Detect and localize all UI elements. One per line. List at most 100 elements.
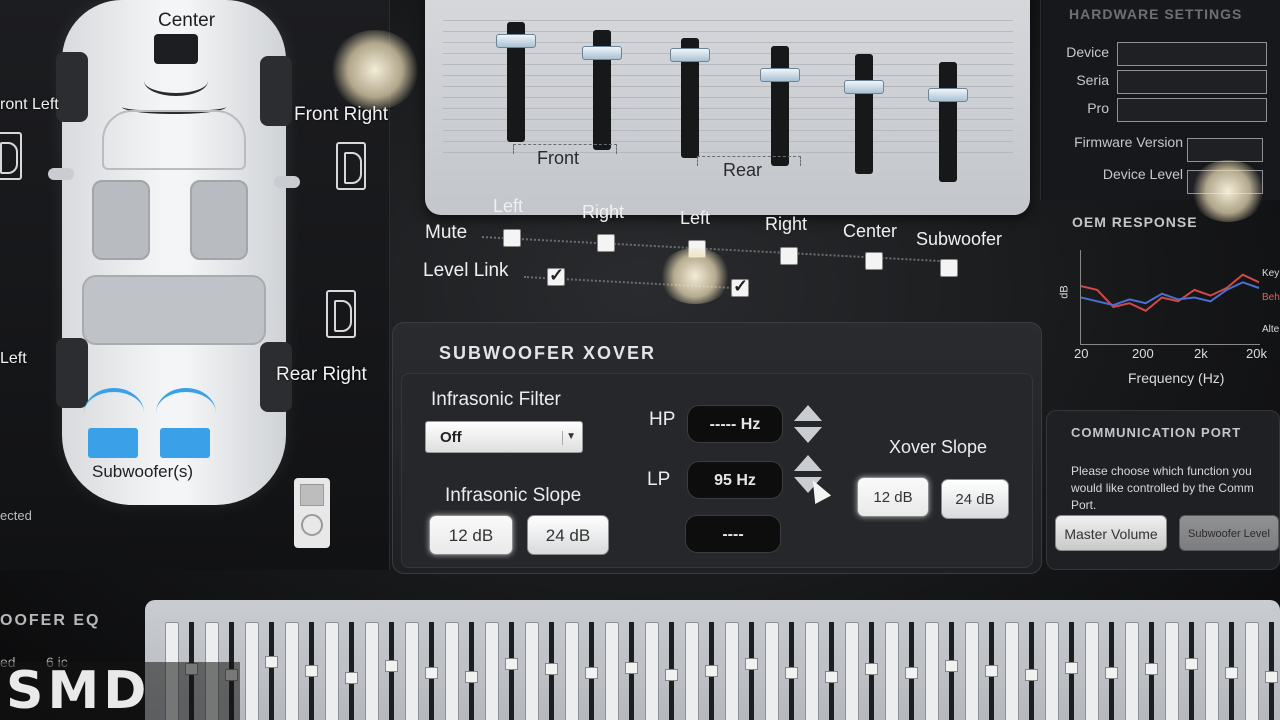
master-volume-button[interactable]: Master Volume — [1055, 515, 1167, 551]
eq-band-slot — [405, 622, 419, 720]
hp-label: HP — [649, 409, 676, 430]
oem-xlabel: Frequency (Hz) — [1128, 370, 1225, 386]
channel-fader-knob[interactable] — [496, 34, 536, 48]
eq-band-knob[interactable] — [1265, 670, 1278, 683]
level-link-checkbox[interactable] — [547, 265, 565, 286]
decrement-arrow-icon[interactable] — [794, 427, 822, 443]
rear-right-label: Rear Right — [276, 364, 367, 385]
eq-band-knob[interactable] — [905, 667, 918, 679]
mute-checkbox[interactable] — [865, 252, 883, 270]
front-right-speaker-icon[interactable] — [336, 142, 366, 190]
light-glare — [658, 248, 732, 304]
eq-band-knob[interactable] — [385, 659, 398, 672]
eq-band-slot — [645, 622, 659, 720]
eq-band-slot — [325, 622, 339, 720]
eq-band-knob[interactable] — [985, 665, 998, 678]
subwoofer-label: Subwoofer(s) — [92, 462, 194, 481]
eq-band-track — [749, 622, 754, 720]
eq-band-knob[interactable] — [1145, 663, 1158, 676]
eq-band-knob[interactable] — [585, 667, 598, 679]
eq-band-slot — [1245, 622, 1259, 720]
lp-frequency-display[interactable]: 95 Hz — [687, 461, 783, 499]
level-link-checkbox[interactable] — [731, 276, 749, 297]
mute-checkbox[interactable] — [940, 259, 958, 277]
infrasonic-slope-24db-button[interactable]: 24 dB — [527, 515, 609, 555]
rear-right-speaker-icon[interactable] — [326, 290, 356, 338]
channel-header: Left — [680, 208, 711, 228]
channel-header: Center — [843, 221, 898, 241]
subwoofer-right-icon[interactable] — [160, 428, 210, 458]
subwoofer-level-button[interactable]: Subwoofer Level — [1179, 515, 1279, 551]
front-left-speaker-icon[interactable] — [0, 132, 22, 180]
channel-fader-track — [771, 46, 789, 166]
eq-band-knob[interactable] — [1105, 667, 1118, 679]
front-left-wheel — [56, 52, 88, 122]
channel-fader-knob[interactable] — [760, 68, 800, 82]
eq-band-slot — [1165, 622, 1179, 720]
eq-band-knob[interactable] — [705, 665, 718, 678]
mute-checkbox[interactable] — [597, 234, 615, 252]
windshield — [102, 110, 246, 170]
infrasonic-filter-label: Infrasonic Filter — [431, 389, 561, 410]
eq-band-knob[interactable] — [345, 672, 358, 685]
rear-left-label: Left — [0, 350, 27, 367]
eq-band-knob[interactable] — [945, 659, 958, 672]
hp-frequency-display[interactable]: ----- Hz — [687, 405, 783, 443]
eq-band-knob[interactable] — [1065, 661, 1078, 674]
subwoofer-left-icon[interactable] — [88, 428, 138, 458]
eq-band-knob[interactable] — [425, 667, 438, 679]
increment-arrow-icon[interactable] — [794, 455, 822, 471]
channel-fader-knob[interactable] — [670, 48, 710, 62]
eq-band-knob[interactable] — [465, 670, 478, 683]
eq-band-knob[interactable] — [1185, 658, 1198, 670]
xover-slope-12db-button[interactable]: 12 dB — [857, 477, 929, 517]
hp-stepper[interactable] — [793, 405, 823, 445]
comm-port-title: COMMUNICATION PORT — [1071, 425, 1242, 440]
product-field — [1117, 98, 1267, 122]
eq-band-knob[interactable] — [665, 668, 678, 681]
eq-band-slot — [885, 622, 899, 720]
increment-arrow-icon[interactable] — [794, 405, 822, 421]
eq-band-slot — [1125, 622, 1139, 720]
rear-left-wheel — [56, 338, 88, 408]
eq-band-slot — [605, 622, 619, 720]
channel-fader-knob[interactable] — [582, 46, 622, 60]
xover-slope-24db-button[interactable]: 24 dB — [941, 479, 1009, 519]
eq-band-knob[interactable] — [265, 656, 278, 669]
eq-band-knob[interactable] — [785, 667, 798, 679]
channel-header: Right — [765, 214, 808, 234]
eq-band-knob[interactable] — [745, 658, 758, 670]
eq-band-track — [349, 622, 354, 720]
comm-port-description: Please choose which function you would l… — [1071, 464, 1254, 512]
eq-band-slot — [245, 622, 259, 720]
right-mirror — [274, 176, 300, 188]
eq-band-slot — [965, 622, 979, 720]
eq-band-knob[interactable] — [505, 658, 518, 670]
mute-checkbox[interactable] — [780, 247, 798, 265]
eq-band-knob[interactable] — [545, 663, 558, 676]
channel-fader-knob[interactable] — [844, 80, 884, 94]
center-label: Center — [158, 10, 216, 31]
oem-red-curve — [1080, 273, 1260, 312]
eq-band-knob[interactable] — [1025, 668, 1038, 681]
eq-band-knob[interactable] — [305, 665, 318, 678]
lp-label: LP — [647, 469, 671, 490]
oem-tick-label: 20 — [1074, 346, 1089, 361]
channel-fader-knob[interactable] — [928, 88, 968, 102]
ipod-source-icon[interactable] — [294, 478, 330, 548]
eq-band-knob[interactable] — [825, 670, 838, 683]
mute-checkbox[interactable] — [503, 229, 521, 247]
eq-band-knob[interactable] — [625, 661, 638, 674]
channel-level-bank: Front Rear — [425, 0, 1030, 215]
oem-tick-label: 20k — [1246, 346, 1267, 361]
channel-header: Right — [582, 202, 625, 222]
ipod-click-wheel — [301, 514, 323, 536]
eq-band-knob[interactable] — [865, 662, 878, 675]
center-speaker-icon[interactable] — [154, 34, 198, 64]
front-group-label: Front — [537, 148, 580, 168]
infrasonic-filter-select[interactable]: Off ▼ — [425, 421, 583, 453]
center-sound-wave-icon — [144, 66, 208, 96]
third-frequency-display[interactable]: ---- — [685, 515, 781, 553]
infrasonic-slope-12db-button[interactable]: 12 dB — [429, 515, 513, 555]
eq-band-knob[interactable] — [1225, 667, 1238, 679]
